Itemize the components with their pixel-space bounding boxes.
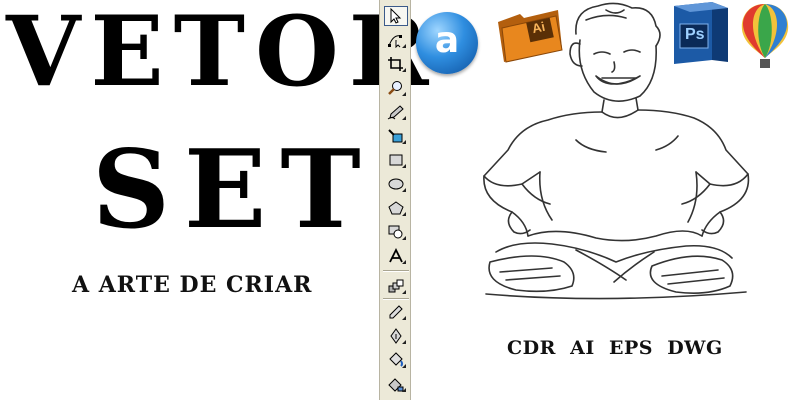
pick-tool[interactable] bbox=[384, 6, 408, 26]
banner-tagline: A ARTE DE CRIAR bbox=[72, 272, 313, 298]
basic-shapes-tool[interactable] bbox=[384, 222, 408, 242]
toolbox-separator bbox=[383, 298, 409, 300]
interactive-blend-tool[interactable] bbox=[384, 276, 408, 296]
eyedropper-tool[interactable] bbox=[384, 302, 408, 322]
crop-tool[interactable] bbox=[384, 54, 408, 74]
arrow-cursor-icon bbox=[390, 8, 402, 24]
toolbox bbox=[379, 0, 411, 400]
fill-tool[interactable] bbox=[384, 350, 408, 370]
file-formats-label: CDR AI EPS DWG bbox=[507, 337, 723, 359]
polygon-tool[interactable] bbox=[384, 198, 408, 218]
outline-tool[interactable] bbox=[384, 326, 408, 346]
zoom-tool[interactable] bbox=[384, 78, 408, 98]
ellipse-tool[interactable] bbox=[384, 174, 408, 194]
toolbox-separator bbox=[383, 270, 409, 272]
freehand-tool[interactable] bbox=[384, 102, 408, 122]
smart-fill-tool[interactable] bbox=[384, 126, 408, 146]
rectangle-tool[interactable] bbox=[384, 150, 408, 170]
text-tool[interactable] bbox=[384, 246, 408, 266]
sitting-boy-illustration bbox=[483, 2, 750, 300]
banner-title-vetor: VETOR bbox=[6, 0, 439, 108]
interactive-fill-tool[interactable] bbox=[384, 374, 408, 394]
shape-tool[interactable] bbox=[384, 30, 408, 50]
banner-title-set: SET bbox=[92, 127, 375, 253]
